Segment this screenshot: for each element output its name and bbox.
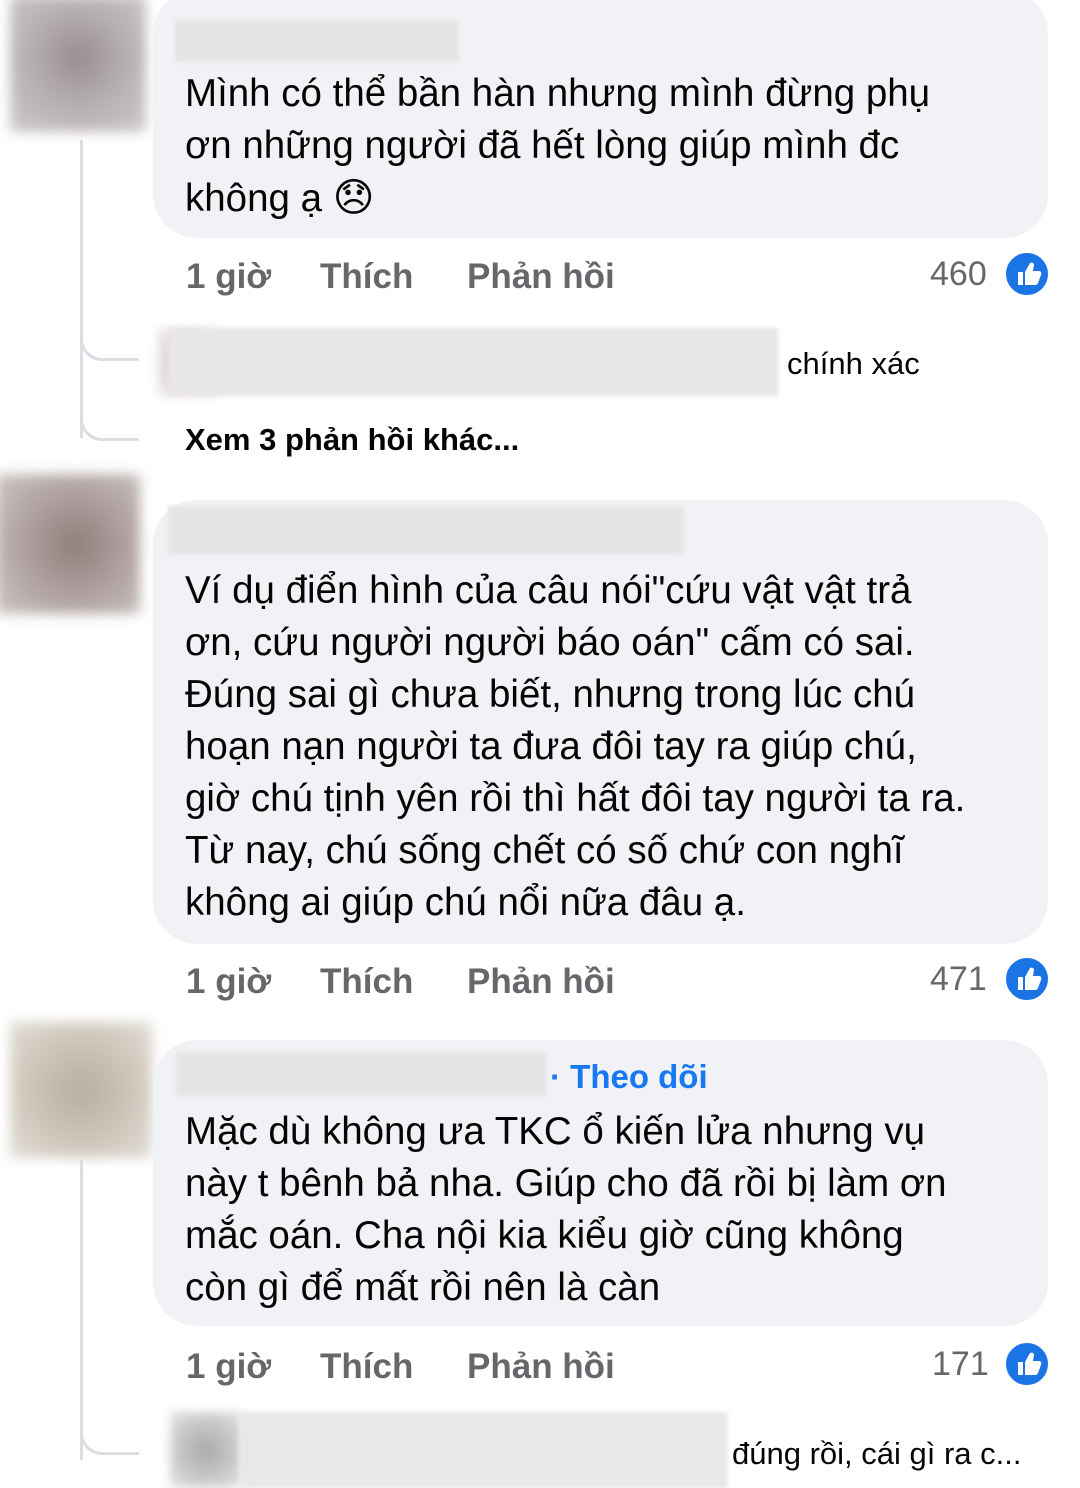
follow-link[interactable]: · Theo dõi [550, 1058, 708, 1096]
like-button[interactable]: Thích [320, 962, 413, 1002]
thread-branch [80, 1410, 139, 1455]
avatar[interactable] [10, 0, 146, 132]
reply-button[interactable]: Phản hồi [467, 257, 615, 297]
reply-preview-text[interactable]: chính xác [787, 346, 920, 382]
reply-author-redacted[interactable] [240, 1412, 728, 1488]
reaction-count[interactable]: 460 [930, 255, 987, 294]
like-reaction-icon[interactable] [1003, 955, 1051, 1003]
comment-time[interactable]: 1 giờ [186, 962, 271, 1002]
author-name-redacted[interactable] [175, 20, 458, 62]
view-more-replies-link[interactable]: Xem 3 phản hồi khác... [185, 422, 519, 458]
reaction-count[interactable]: 471 [930, 960, 987, 999]
reply-author-redacted[interactable] [168, 328, 778, 396]
thread-branch [80, 396, 139, 441]
comment-time[interactable]: 1 giờ [186, 257, 271, 297]
like-reaction-icon[interactable] [1003, 1340, 1051, 1388]
comment-time[interactable]: 1 giờ [186, 1347, 271, 1387]
comment-text: Ví dụ điển hình của câu nói"cứu vật vật … [185, 569, 966, 924]
like-button[interactable]: Thích [320, 257, 413, 297]
author-name-redacted[interactable] [168, 506, 683, 554]
avatar[interactable] [170, 1412, 242, 1488]
like-reaction-icon[interactable] [1003, 250, 1051, 298]
avatar[interactable] [0, 474, 140, 614]
comment-text: Mình có thể bần hàn nhưng mình đừng phụ … [185, 72, 931, 220]
thread-branch [80, 318, 139, 361]
reaction-count[interactable]: 171 [932, 1345, 989, 1384]
reply-button[interactable]: Phản hồi [467, 1347, 615, 1387]
comment-text: Mặc dù không ưa TKC ổ kiến lửa nhưng vụ … [185, 1110, 947, 1309]
reply-preview-text[interactable]: đúng rồi, cái gì ra c... [732, 1436, 1021, 1472]
like-button[interactable]: Thích [320, 1347, 413, 1387]
avatar[interactable] [10, 1022, 152, 1158]
reply-button[interactable]: Phản hồi [467, 962, 615, 1002]
author-name-redacted[interactable] [176, 1052, 546, 1096]
sad-face-emoji: 😞 [332, 176, 375, 220]
thread-line [80, 140, 83, 438]
